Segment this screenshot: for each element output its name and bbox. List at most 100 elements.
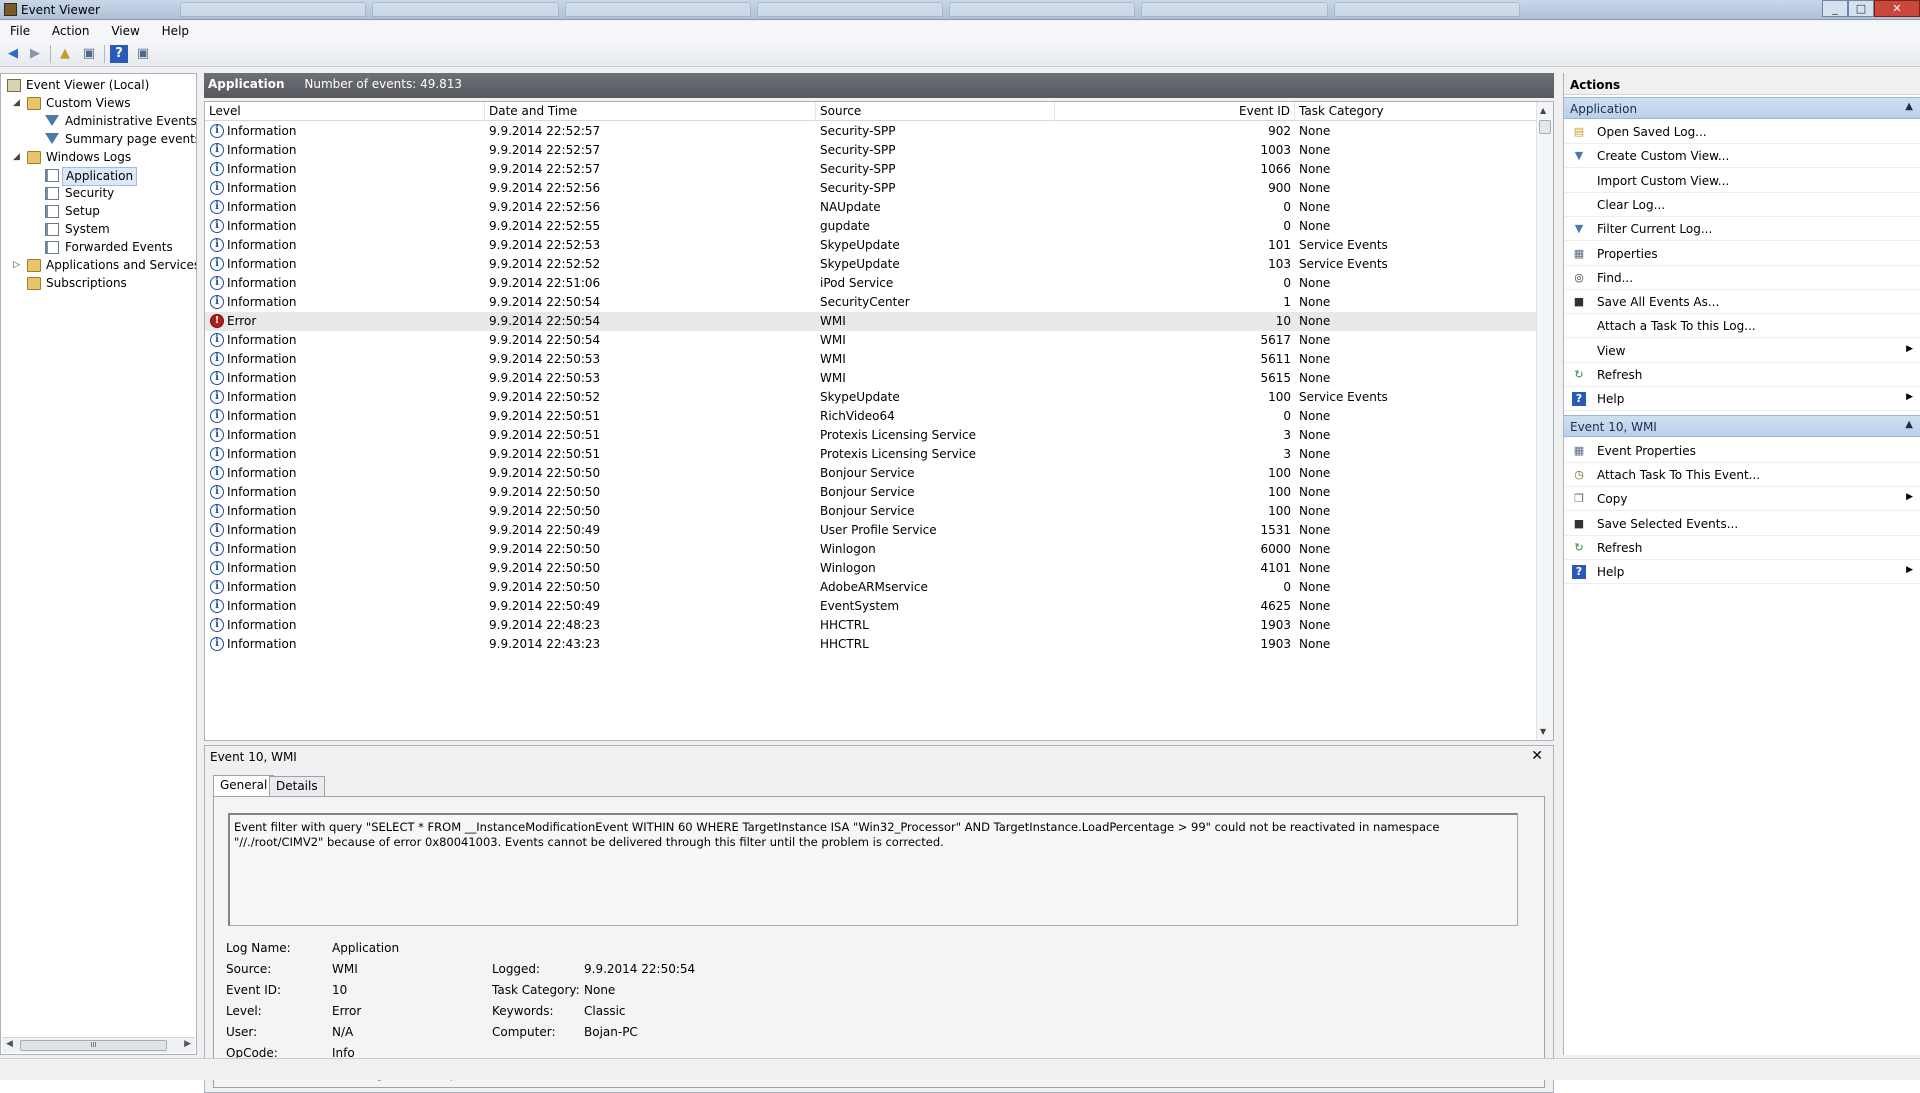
cell-task-category: Service Events bbox=[1299, 257, 1388, 271]
table-row[interactable]: i Information 9.9.2014 22:50:49 User Profil… bbox=[205, 521, 1537, 540]
column-date-time[interactable]: Date and Time bbox=[485, 102, 816, 121]
scroll-thumb[interactable] bbox=[1539, 120, 1551, 134]
cell-event-id: 900 bbox=[1268, 181, 1291, 195]
table-row[interactable]: i Information 9.9.2014 22:50:50 Bonjour Ser… bbox=[205, 464, 1537, 483]
table-row[interactable]: i Information 9.9.2014 22:52:52 SkypeUpdate… bbox=[205, 255, 1537, 274]
section-application[interactable]: Application ▲ bbox=[1564, 97, 1920, 119]
cell-event-id: 100 bbox=[1268, 466, 1291, 480]
table-row[interactable]: i Information 9.9.2014 22:50:51 Protexis Li… bbox=[205, 426, 1537, 445]
close-icon[interactable]: ✕ bbox=[1531, 748, 1543, 764]
tab-general[interactable]: General bbox=[213, 775, 275, 796]
collapse-arrow-icon[interactable]: ◢ bbox=[13, 149, 23, 166]
action-item[interactable]: Import Custom View... bbox=[1564, 169, 1920, 193]
column-source[interactable]: Source bbox=[816, 102, 1055, 121]
cell-task-category: None bbox=[1299, 352, 1331, 366]
close-button[interactable]: ✕ bbox=[1874, 0, 1920, 17]
menu-view[interactable]: View bbox=[101, 21, 147, 38]
collapse-arrow-icon[interactable]: ◢ bbox=[13, 95, 23, 112]
cell-level: Information bbox=[227, 466, 297, 480]
table-row[interactable]: i Information 9.9.2014 22:50:51 Protexis Li… bbox=[205, 445, 1537, 464]
information-icon: i bbox=[210, 428, 224, 442]
action-item[interactable]: ↻ Refresh bbox=[1564, 536, 1920, 560]
table-row[interactable]: i Information 9.9.2014 22:52:57 Security-SP… bbox=[205, 122, 1537, 141]
table-row[interactable]: i Information 9.9.2014 22:43:23 HHCTRL 1903 N… bbox=[205, 635, 1537, 654]
column-level[interactable]: Level bbox=[205, 102, 485, 121]
table-row[interactable]: i Information 9.9.2014 22:51:06 iPod Servic… bbox=[205, 274, 1537, 293]
scroll-right-icon[interactable]: ▶ bbox=[184, 1039, 191, 1049]
expand-arrow-icon[interactable]: ▷ bbox=[13, 257, 23, 274]
action-item[interactable]: Clear Log... bbox=[1564, 193, 1920, 217]
refresh-icon: ↻ bbox=[1574, 540, 1584, 554]
save-icon: ■ bbox=[1573, 295, 1585, 309]
action-item[interactable]: ▤ Open Saved Log... bbox=[1564, 120, 1920, 144]
cell-level: Information bbox=[227, 162, 297, 176]
action-item[interactable]: ▼ Filter Current Log... bbox=[1564, 217, 1920, 242]
action-item[interactable]: ↻ Refresh bbox=[1564, 363, 1920, 387]
show-hide-action-pane-icon[interactable]: ▣ bbox=[134, 45, 152, 63]
section-event[interactable]: Event 10, WMI ▲ bbox=[1564, 414, 1920, 437]
table-row[interactable]: i Information 9.9.2014 22:50:51 RichVideo64… bbox=[205, 407, 1537, 426]
show-hide-tree-icon[interactable]: ▣ bbox=[80, 45, 98, 63]
background-tab bbox=[1141, 2, 1328, 17]
table-row[interactable]: i Information 9.9.2014 22:48:23 HHCTRL 1903 N… bbox=[205, 616, 1537, 635]
scroll-thumb[interactable]: III bbox=[20, 1040, 167, 1051]
action-item[interactable]: View ▶ bbox=[1564, 339, 1920, 363]
scroll-down-icon[interactable]: ▼ bbox=[1540, 727, 1546, 736]
tree-horizontal-scrollbar[interactable]: ◀ III ▶ bbox=[2, 1037, 195, 1053]
event-message[interactable]: Event filter with query "SELECT * FROM _… bbox=[228, 813, 1518, 926]
cell-task-category: None bbox=[1299, 618, 1331, 632]
cell-level: Information bbox=[227, 390, 297, 404]
action-item[interactable]: ▦ Properties bbox=[1564, 242, 1920, 266]
action-item[interactable]: ❐ Copy ▶ bbox=[1564, 487, 1920, 512]
action-item[interactable]: ■ Save All Events As... bbox=[1564, 290, 1920, 315]
table-row[interactable]: i Information 9.9.2014 22:50:53 WMI 5615 None bbox=[205, 369, 1537, 388]
collapse-caret-icon[interactable]: ▲ bbox=[1905, 419, 1913, 430]
table-row[interactable]: i Information 9.9.2014 22:50:54 SecurityCen… bbox=[205, 293, 1537, 312]
column-event-id[interactable]: Event ID bbox=[1055, 102, 1295, 121]
table-row[interactable]: i Information 9.9.2014 22:50:54 WMI 5617 None bbox=[205, 331, 1537, 350]
source-label: Source: bbox=[226, 962, 272, 976]
table-row[interactable]: i Information 9.9.2014 22:50:52 SkypeUpdate… bbox=[205, 388, 1537, 407]
action-item[interactable]: ◎ Find... bbox=[1564, 266, 1920, 290]
table-row[interactable]: i Information 9.9.2014 22:52:57 Security-SP… bbox=[205, 160, 1537, 179]
scroll-left-icon[interactable]: ◀ bbox=[6, 1039, 13, 1049]
events-vertical-scrollbar[interactable]: ▲ ▼ bbox=[1536, 102, 1553, 740]
tab-details[interactable]: Details bbox=[269, 776, 325, 796]
table-row[interactable]: i Information 9.9.2014 22:50:53 WMI 5611 None bbox=[205, 350, 1537, 369]
cell-source: WMI bbox=[820, 333, 846, 347]
action-item[interactable]: ◷ Attach Task To This Event... bbox=[1564, 463, 1920, 487]
cell-level: Information bbox=[227, 276, 297, 290]
table-row[interactable]: i Information 9.9.2014 22:52:57 Security-SP… bbox=[205, 141, 1537, 160]
menu-file[interactable]: File bbox=[0, 21, 38, 38]
table-row[interactable]: i Information 9.9.2014 22:52:53 SkypeUpdate… bbox=[205, 236, 1537, 255]
table-row[interactable]: i Information 9.9.2014 22:50:50 Bonjour Ser… bbox=[205, 502, 1537, 521]
table-row[interactable]: i Information 9.9.2014 22:50:50 AdobeARMser… bbox=[205, 578, 1537, 597]
table-row[interactable]: i Information 9.9.2014 22:50:50 Winlogon 600… bbox=[205, 540, 1537, 559]
menu-action[interactable]: Action bbox=[42, 21, 98, 38]
table-row[interactable]: i Information 9.9.2014 22:52:55 gupdate 0 Non… bbox=[205, 217, 1537, 236]
action-item[interactable]: ■ Save Selected Events... bbox=[1564, 512, 1920, 536]
table-row[interactable]: i Information 9.9.2014 22:50:50 Bonjour Ser… bbox=[205, 483, 1537, 502]
table-row[interactable]: i Information 9.9.2014 22:52:56 NAUpdate 0 No… bbox=[205, 198, 1537, 217]
tree-label: Application bbox=[62, 167, 138, 186]
table-row[interactable]: ! Error 9.9.2014 22:50:54 WMI 10 None bbox=[205, 312, 1537, 331]
up-folder-icon[interactable]: ▲ bbox=[56, 45, 74, 63]
action-item[interactable]: ▼ Create Custom View... bbox=[1564, 144, 1920, 169]
action-item[interactable]: ▦ Event Properties bbox=[1564, 439, 1920, 463]
table-row[interactable]: i Information 9.9.2014 22:50:50 Winlogon 410… bbox=[205, 559, 1537, 578]
action-item[interactable]: Attach a Task To this Log... bbox=[1564, 314, 1920, 339]
scroll-up-icon[interactable]: ▲ bbox=[1540, 106, 1546, 115]
column-task-category[interactable]: Task Category bbox=[1295, 102, 1537, 121]
menu-help[interactable]: Help bbox=[152, 21, 197, 38]
minimize-button[interactable]: _ bbox=[1822, 0, 1848, 17]
tree-label: Summary page events bbox=[65, 132, 197, 146]
collapse-caret-icon[interactable]: ▲ bbox=[1905, 101, 1913, 112]
action-item[interactable]: ? Help ▶ bbox=[1564, 387, 1920, 412]
table-row[interactable]: i Information 9.9.2014 22:52:56 Security-SP… bbox=[205, 179, 1537, 198]
help-icon[interactable]: ? bbox=[110, 45, 128, 63]
back-icon[interactable]: ◀ bbox=[4, 45, 22, 63]
maximize-button[interactable]: □ bbox=[1848, 0, 1874, 17]
action-item[interactable]: ? Help ▶ bbox=[1564, 560, 1920, 585]
forward-icon[interactable]: ▶ bbox=[26, 45, 44, 63]
table-row[interactable]: i Information 9.9.2014 22:50:49 EventSystem… bbox=[205, 597, 1537, 616]
